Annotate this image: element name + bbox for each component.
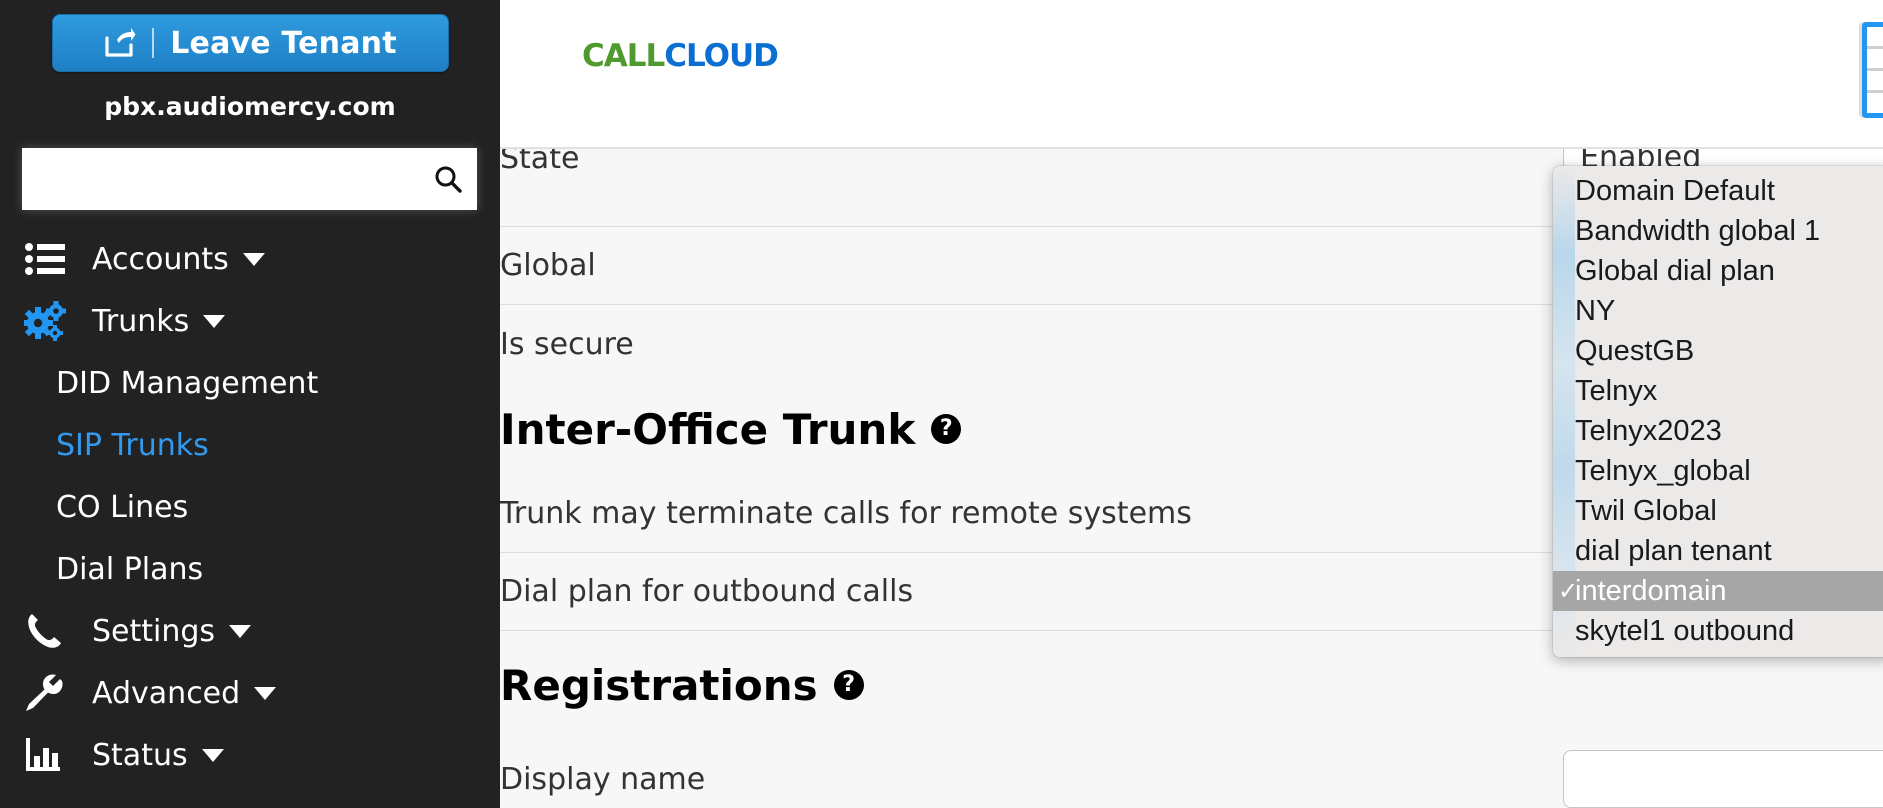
row-label-trunk-terminate: Trunk may terminate calls for remote sys… (500, 496, 1192, 531)
dial-plan-option-label: interdomain (1575, 574, 1727, 607)
dial-plan-option[interactable]: NY (1553, 291, 1883, 331)
dial-plan-select-menu[interactable]: Domain Default Bandwidth global 1 Global d… (1553, 166, 1883, 657)
sidebar-item-advanced[interactable]: Advanced (0, 662, 500, 724)
sidebar-item-label: Trunks (92, 303, 190, 339)
chevron-down-icon (254, 686, 277, 700)
sidebar-item-settings[interactable]: Settings (0, 600, 500, 662)
main-header: CALLCLOUD (500, 0, 1883, 148)
dial-plan-option[interactable]: Telnyx_global (1553, 451, 1883, 491)
chevron-down-icon (229, 624, 252, 638)
dial-plan-option-label: Telnyx (1575, 374, 1658, 407)
dial-plan-option[interactable]: Domain Default (1553, 171, 1883, 211)
row-label-dial-plan-outbound: Dial plan for outbound calls (500, 574, 914, 609)
app-root: Leave Tenant pbx.audiomercy.com Accounts… (0, 0, 1883, 808)
list-icon (24, 237, 80, 281)
dial-plan-option[interactable]: Twil Global (1553, 491, 1883, 531)
top-right-panel-row (1867, 27, 1883, 49)
form-row-display-name: Display name (500, 739, 1883, 808)
sidebar-item-co-lines[interactable]: CO Lines (0, 476, 500, 538)
top-right-panel-row (1867, 93, 1883, 115)
sidebar: Leave Tenant pbx.audiomercy.com Accounts… (0, 0, 500, 808)
dial-plan-option[interactable]: dial plan tenant (1553, 531, 1883, 571)
leave-tenant-separator (152, 28, 155, 58)
section-title: Registrations (500, 660, 818, 710)
sidebar-item-trunks[interactable]: Trunks (0, 290, 500, 352)
top-right-panel-row (1867, 71, 1883, 93)
sidebar-item-label: DID Management (56, 365, 319, 401)
search-input[interactable] (22, 148, 419, 210)
bar-chart-icon (24, 733, 80, 777)
brand-logo-second: CLOUD (664, 38, 779, 74)
row-label-display-name: Display name (500, 761, 706, 797)
leave-tenant-button[interactable]: Leave Tenant (52, 14, 449, 72)
sidebar-item-sip-trunks[interactable]: SIP Trunks (0, 414, 500, 476)
sidebar-nav: Accounts Trunks DID Management SIP Trunk… (0, 228, 500, 786)
dial-plan-option-label: Domain Default (1575, 174, 1775, 207)
help-icon[interactable]: ? (833, 670, 864, 700)
sidebar-item-label: Dial Plans (56, 551, 204, 587)
leave-tenant-label: Leave Tenant (170, 25, 397, 61)
dial-plan-option[interactable]: Telnyx2023 (1553, 411, 1883, 451)
top-right-panel[interactable] (1862, 22, 1883, 118)
dial-plan-option[interactable]: Bandwidth global 1 (1553, 211, 1883, 251)
dial-plan-option[interactable]: Global dial plan (1553, 251, 1883, 291)
dial-plan-option[interactable]: skytel1 outbound (1553, 611, 1883, 651)
help-icon[interactable]: ? (931, 414, 962, 444)
phone-icon (24, 609, 80, 653)
gears-icon (24, 299, 80, 343)
check-icon: ✓ (1558, 577, 1579, 605)
chevron-down-icon (242, 252, 265, 266)
row-label-state: State (500, 148, 580, 176)
dial-plan-option[interactable]: Telnyx (1553, 371, 1883, 411)
row-label-is-secure: Is secure (500, 326, 634, 362)
dial-plan-option[interactable]: ✓ interdomain (1553, 571, 1883, 611)
sidebar-item-label: Advanced (92, 675, 241, 711)
sidebar-item-did-management[interactable]: DID Management (0, 352, 500, 414)
sidebar-item-status[interactable]: Status (0, 724, 500, 786)
chevron-down-icon (203, 314, 226, 328)
sidebar-search[interactable] (22, 148, 477, 210)
display-name-control[interactable] (1563, 750, 1883, 808)
sidebar-item-accounts[interactable]: Accounts (0, 228, 500, 290)
sidebar-item-label: CO Lines (56, 489, 189, 525)
brand-logo: CALLCLOUD (582, 38, 779, 74)
wrench-icon (24, 671, 80, 715)
dial-plan-option-label: Telnyx2023 (1575, 414, 1722, 447)
sidebar-item-label: Accounts (92, 241, 229, 277)
dial-plan-option-label: Bandwidth global 1 (1575, 214, 1821, 247)
chevron-down-icon (201, 748, 224, 762)
sidebar-item-label: SIP Trunks (56, 427, 209, 463)
row-label-global: Global (500, 248, 596, 283)
display-name-field[interactable] (1563, 750, 1883, 808)
dial-plan-option-label: dial plan tenant (1575, 534, 1772, 567)
dial-plan-option-label: Global dial plan (1575, 254, 1775, 287)
brand-logo-first: CALL (582, 38, 665, 74)
dial-plan-option-label: Telnyx_global (1575, 454, 1751, 487)
top-right-panel-row (1867, 49, 1883, 71)
dial-plan-option-label: NY (1575, 294, 1616, 327)
dial-plan-option-label: QuestGB (1575, 334, 1695, 367)
sidebar-item-label: Status (92, 737, 188, 773)
share-external-icon (104, 28, 136, 58)
tenant-domain-label: pbx.audiomercy.com (104, 92, 396, 121)
dial-plan-option[interactable]: QuestGB (1553, 331, 1883, 371)
dial-plan-option-label: Twil Global (1575, 494, 1717, 527)
sidebar-item-label: Settings (92, 613, 216, 649)
dial-plan-option-label: skytel1 outbound (1575, 614, 1795, 647)
search-icon[interactable] (419, 148, 477, 210)
section-title: Inter-Office Trunk (500, 404, 916, 454)
sidebar-item-dial-plans[interactable]: Dial Plans (0, 538, 500, 600)
